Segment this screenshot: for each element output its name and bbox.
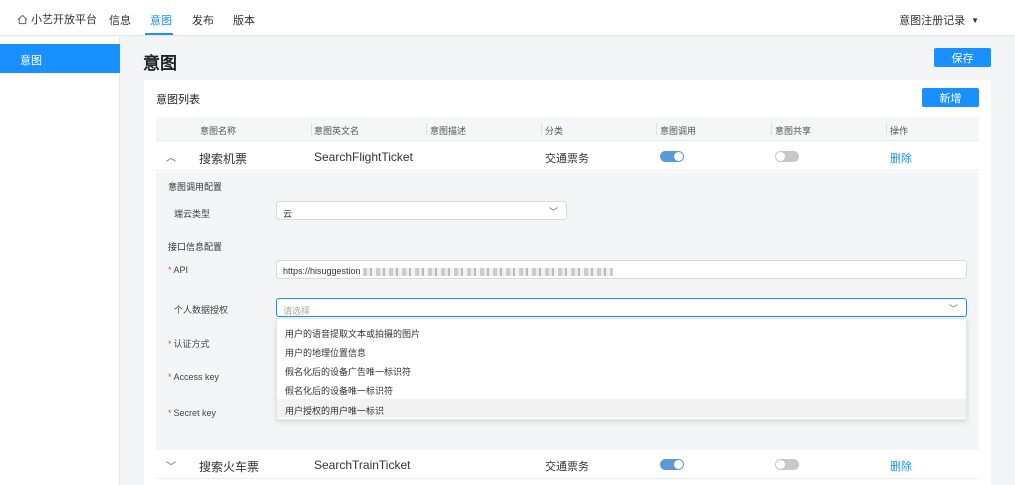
- data-auth-label: 个人数据授权: [174, 305, 229, 315]
- data-auth-select[interactable]: 请选择 ﹀: [276, 298, 967, 317]
- nav-item-version[interactable]: 版本: [233, 12, 255, 28]
- nav-item-intent[interactable]: 意图: [150, 12, 172, 28]
- caret-down-icon: ▼: [971, 15, 979, 25]
- chevron-down-icon: ﹀: [548, 207, 558, 217]
- invoke-config-section-title: 意图调用配置: [168, 182, 223, 192]
- data-auth-placeholder: 请选择: [283, 306, 311, 316]
- dropdown-option[interactable]: 用户的语音提取文本或拍摄的图片: [277, 322, 966, 341]
- dropdown-option[interactable]: 假名化后的设备广告唯一标识符: [277, 360, 966, 379]
- intent-en-name: SearchFlightTicket: [314, 150, 413, 164]
- intent-category: 交通票务: [545, 153, 589, 165]
- api-value: https://hisuggestion: [283, 266, 361, 276]
- col-header-share: 意图共享: [775, 126, 812, 136]
- api-label: * API: [168, 265, 189, 275]
- redacted-text: [362, 267, 613, 276]
- col-header-invoke: 意图调用: [660, 126, 697, 136]
- page-title: 意图: [143, 54, 177, 73]
- chevron-up-icon[interactable]: ︿: [166, 149, 176, 164]
- active-nav-indicator: [145, 33, 173, 35]
- save-button[interactable]: 保存: [934, 48, 991, 67]
- top-nav-bar: 小艺开放平台 信息 意图 发布 版本 意图注册记录 ▼: [0, 0, 1015, 36]
- brand[interactable]: 小艺开放平台: [17, 11, 97, 27]
- column-divider: [426, 123, 427, 135]
- nav-item-publish[interactable]: 发布: [192, 12, 214, 28]
- auth-method-label: * 认证方式: [168, 339, 210, 349]
- column-divider: [541, 123, 542, 135]
- column-divider: [771, 123, 772, 135]
- intent-en-name: SearchTrainTicket: [314, 458, 411, 472]
- edge-cloud-value: 云: [283, 209, 293, 219]
- table-row: ︿ 搜索机票 SearchFlightTicket 交通票务 删除: [156, 142, 979, 171]
- col-header-action: 操作: [890, 126, 909, 136]
- sidebar: 意图: [0, 37, 120, 485]
- invoke-toggle[interactable]: [660, 151, 684, 162]
- sidebar-item-label: 意图: [20, 55, 42, 67]
- intent-name: 搜索火车票: [199, 460, 260, 474]
- access-key-label: * Access key: [168, 372, 220, 382]
- secret-key-label: * Secret key: [168, 408, 217, 418]
- brand-label: 小艺开放平台: [31, 14, 97, 26]
- invoke-toggle[interactable]: [660, 459, 684, 470]
- card-title: 意图列表: [156, 94, 200, 106]
- intent-category: 交通票务: [545, 461, 589, 473]
- table-header: 意图名称 意图英文名 意图描述 分类 意图调用 意图共享 操作: [156, 117, 979, 141]
- registry-label: 意图注册记录: [899, 15, 966, 27]
- nav-item-info[interactable]: 信息: [109, 12, 131, 28]
- share-toggle[interactable]: [775, 151, 799, 162]
- column-divider: [311, 123, 312, 135]
- table-row: ﹀ 搜索火车票 SearchTrainTicket 交通票务 删除: [156, 450, 979, 479]
- dropdown-option[interactable]: 假名化后的设备唯一标识符: [277, 379, 966, 398]
- dropdown-option[interactable]: 用户授权的用户唯一标识: [277, 399, 966, 418]
- intent-registry-menu[interactable]: 意图注册记录 ▼: [899, 12, 979, 28]
- share-toggle[interactable]: [775, 459, 799, 470]
- col-header-name: 意图名称: [200, 126, 237, 136]
- api-config-section-title: 接口信息配置: [168, 242, 223, 252]
- column-divider: [886, 123, 887, 135]
- api-input[interactable]: https://hisuggestion: [276, 260, 967, 279]
- edge-cloud-label: 端云类型: [174, 209, 211, 219]
- home-icon: [17, 14, 28, 24]
- chevron-down-icon[interactable]: ﹀: [166, 458, 176, 473]
- delete-link[interactable]: 删除: [890, 150, 912, 166]
- dropdown-option[interactable]: 用户的地理位置信息: [277, 341, 966, 360]
- chevron-down-icon: ﹀: [948, 304, 958, 314]
- column-divider: [656, 123, 657, 135]
- intent-name: 搜索机票: [199, 152, 248, 166]
- col-header-en-name: 意图英文名: [314, 126, 360, 136]
- edge-cloud-select[interactable]: 云 ﹀: [276, 201, 567, 220]
- data-auth-dropdown: 用户的语音提取文本或拍摄的图片 用户的地理位置信息 假名化后的设备广告唯一标识符…: [276, 318, 967, 420]
- add-intent-button[interactable]: 新增: [922, 88, 979, 107]
- delete-link[interactable]: 删除: [890, 458, 912, 474]
- col-header-category: 分类: [545, 126, 564, 136]
- col-header-description: 意图描述: [430, 126, 467, 136]
- sidebar-item-intent[interactable]: 意图: [0, 44, 120, 73]
